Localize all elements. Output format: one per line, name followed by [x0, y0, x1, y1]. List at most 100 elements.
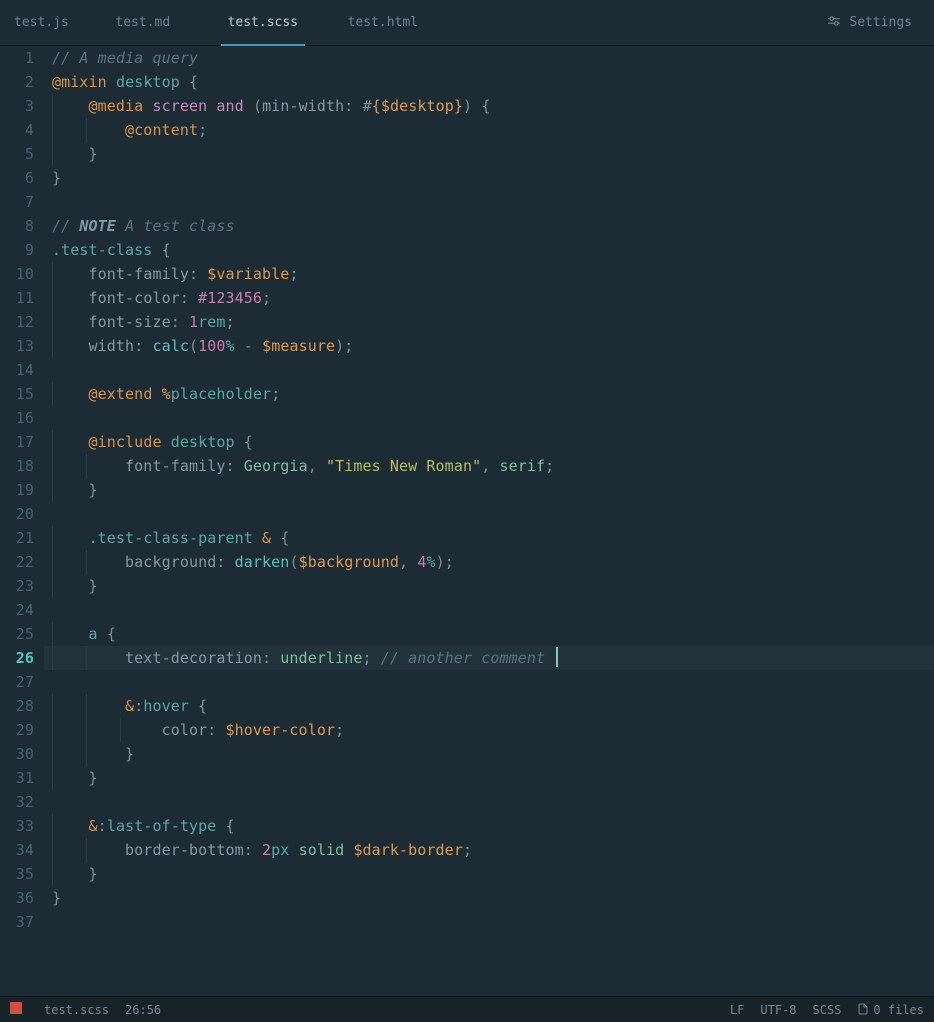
token	[253, 337, 262, 355]
tab-test-md[interactable]: test.md	[83, 0, 203, 45]
code-line[interactable]: @mixin desktop {	[44, 70, 934, 94]
tab-test-js[interactable]: test.js	[0, 0, 83, 45]
code-line[interactable]: .test-class-parent & {	[44, 526, 934, 550]
token: $background	[299, 553, 399, 571]
code-line[interactable]	[44, 358, 934, 382]
code-line[interactable]: @content;	[44, 118, 934, 142]
token: border-bottom	[125, 841, 244, 859]
code-line[interactable]: // A media query	[44, 46, 934, 70]
token	[271, 529, 280, 547]
line-number: 6	[0, 166, 34, 190]
code-line[interactable]	[44, 190, 934, 214]
line-number: 5	[0, 142, 34, 166]
token: @include	[89, 433, 162, 451]
token: :	[216, 553, 225, 571]
token	[372, 649, 381, 667]
line-number: 7	[0, 190, 34, 214]
code-line[interactable]: font-family: $variable;	[44, 262, 934, 286]
code-line[interactable]: background: darken($background, 4%);	[44, 550, 934, 574]
code-line[interactable]	[44, 910, 934, 934]
tab-settings[interactable]: Settings	[805, 0, 934, 45]
code-line[interactable]: }	[44, 886, 934, 910]
token: background	[125, 553, 216, 571]
code-line[interactable]: }	[44, 166, 934, 190]
code-line[interactable]: font-family: Georgia, "Times New Roman",…	[44, 454, 934, 478]
line-number: 33	[0, 814, 34, 838]
token: )	[463, 97, 472, 115]
line-number: 14	[0, 358, 34, 382]
token: {	[372, 97, 381, 115]
status-language[interactable]: SCSS	[813, 1003, 842, 1017]
token	[353, 97, 362, 115]
code-line[interactable]: text-decoration: underline; // another c…	[44, 646, 934, 670]
token: :	[171, 313, 180, 331]
line-number: 18	[0, 454, 34, 478]
status-cursor-pos[interactable]: 26:56	[125, 1003, 161, 1017]
token: @content	[125, 121, 198, 139]
token: ;	[362, 649, 371, 667]
line-number: 37	[0, 910, 34, 934]
token: {	[162, 241, 171, 259]
tab-test-scss[interactable]: test.scss	[203, 0, 323, 45]
token: font-color	[89, 289, 180, 307]
code-line[interactable]: }	[44, 862, 934, 886]
status-eol[interactable]: LF	[730, 1003, 744, 1017]
code-line[interactable]: &:last-of-type {	[44, 814, 934, 838]
token: ;	[262, 289, 271, 307]
line-number: 1	[0, 46, 34, 70]
code-line[interactable]	[44, 406, 934, 430]
settings-icon	[827, 14, 841, 32]
token: }	[89, 145, 98, 163]
token: {	[107, 625, 116, 643]
code-line[interactable]: a {	[44, 622, 934, 646]
tab-test-html[interactable]: test.html	[323, 0, 443, 45]
code-line[interactable]: border-bottom: 2px solid $dark-border;	[44, 838, 934, 862]
code-line[interactable]: @include desktop {	[44, 430, 934, 454]
code-area[interactable]: // A media query@mixin desktop { @media …	[44, 46, 934, 996]
line-number: 30	[0, 742, 34, 766]
code-line[interactable]: }	[44, 478, 934, 502]
code-line[interactable]: }	[44, 766, 934, 790]
token: //	[52, 217, 79, 235]
code-line[interactable]: @extend %placeholder;	[44, 382, 934, 406]
editor[interactable]: 1234567891011121314151617181920212223242…	[0, 46, 934, 996]
token: desktop	[116, 73, 180, 91]
code-line[interactable]: font-size: 1rem;	[44, 310, 934, 334]
token	[152, 241, 161, 259]
status-encoding[interactable]: UTF-8	[760, 1003, 796, 1017]
token: hover	[143, 697, 189, 715]
line-number: 15	[0, 382, 34, 406]
code-line[interactable]: }	[44, 142, 934, 166]
code-line[interactable]: color: $hover-color;	[44, 718, 934, 742]
code-line[interactable]: }	[44, 574, 934, 598]
token	[344, 841, 353, 859]
status-files[interactable]: 0 files	[857, 1003, 924, 1017]
status-filename[interactable]: test.scss	[44, 1003, 109, 1017]
line-number-gutter: 1234567891011121314151617181920212223242…	[0, 46, 44, 996]
code-line[interactable]	[44, 790, 934, 814]
code-line[interactable]	[44, 670, 934, 694]
token: .test-class-parent	[89, 529, 253, 547]
code-line[interactable]	[44, 502, 934, 526]
code-line[interactable]	[44, 598, 934, 622]
token: width	[89, 337, 135, 355]
token: &	[262, 529, 271, 547]
token: ,	[399, 553, 408, 571]
token: {	[481, 97, 490, 115]
token	[253, 529, 262, 547]
line-number: 8	[0, 214, 34, 238]
line-number: 25	[0, 622, 34, 646]
token: {	[189, 73, 198, 91]
token	[317, 457, 326, 475]
code-line[interactable]: .test-class {	[44, 238, 934, 262]
token: &	[89, 817, 98, 835]
code-line[interactable]: @media screen and (min-width: #{$desktop…	[44, 94, 934, 118]
code-line[interactable]: // NOTE A test class	[44, 214, 934, 238]
code-line[interactable]: }	[44, 742, 934, 766]
token: $dark-border	[353, 841, 463, 859]
code-line[interactable]: width: calc(100% - $measure);	[44, 334, 934, 358]
token: px	[271, 841, 289, 859]
token: &	[125, 697, 134, 715]
code-line[interactable]: &:hover {	[44, 694, 934, 718]
code-line[interactable]: font-color: #123456;	[44, 286, 934, 310]
